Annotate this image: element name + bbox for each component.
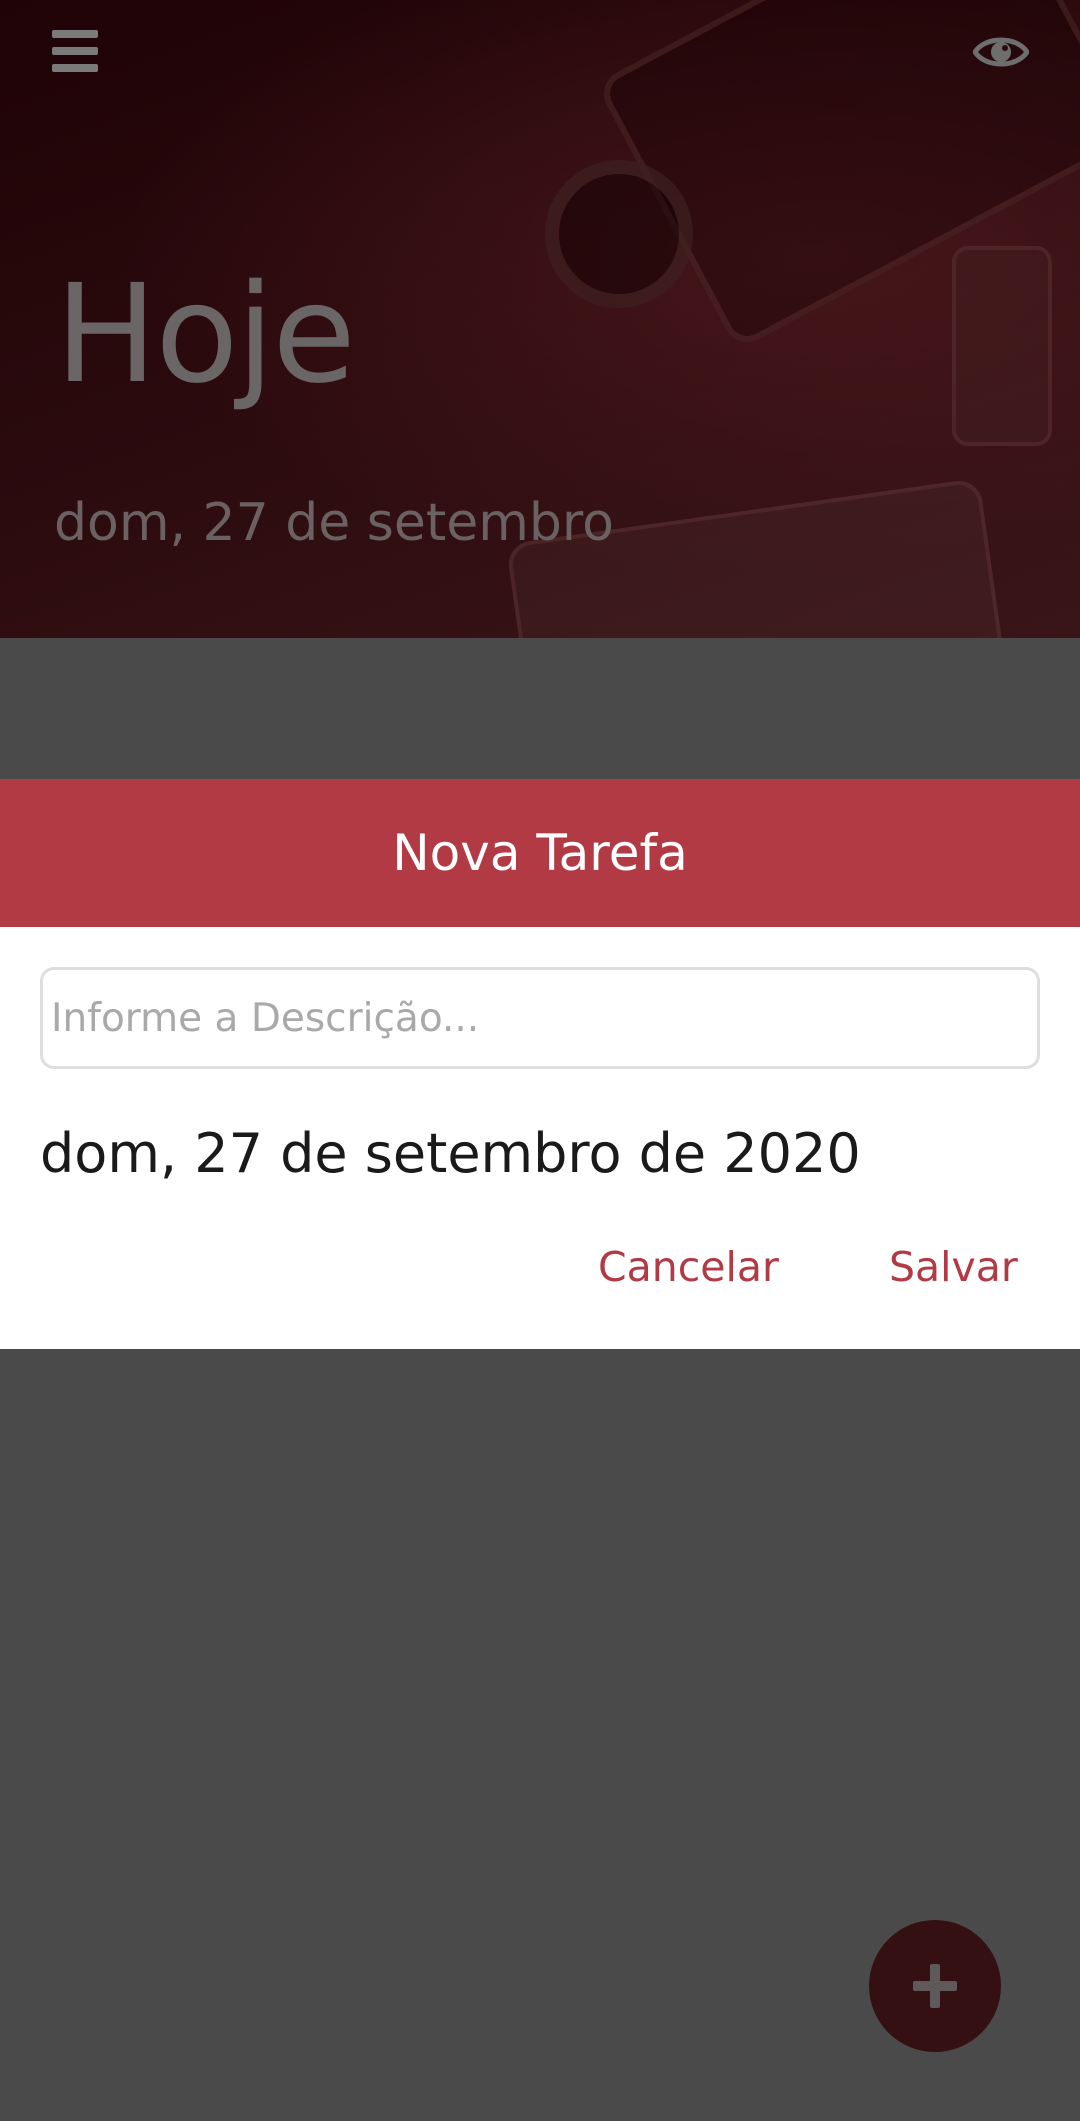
current-date: dom, 27 de setembro bbox=[54, 493, 614, 553]
page-title: Hoje bbox=[55, 256, 356, 414]
eye-icon[interactable] bbox=[973, 32, 1029, 72]
task-date[interactable]: dom, 27 de setembro de 2020 bbox=[40, 1119, 861, 1189]
add-task-button[interactable] bbox=[869, 1920, 1001, 2052]
save-button[interactable]: Salvar bbox=[889, 1242, 1018, 1292]
phone-illustration bbox=[952, 246, 1052, 446]
header-banner: Hoje dom, 27 de setembro bbox=[0, 0, 1080, 638]
description-input[interactable] bbox=[40, 967, 1040, 1069]
dialog-header: Nova Tarefa bbox=[0, 779, 1080, 927]
new-task-dialog: Nova Tarefa dom, 27 de setembro de 2020 … bbox=[0, 779, 1080, 1349]
plus-icon bbox=[913, 1964, 957, 2008]
cancel-button[interactable]: Cancelar bbox=[598, 1242, 779, 1292]
menu-icon[interactable] bbox=[52, 30, 100, 72]
dialog-title: Nova Tarefa bbox=[392, 824, 688, 882]
mug-illustration bbox=[545, 160, 693, 308]
